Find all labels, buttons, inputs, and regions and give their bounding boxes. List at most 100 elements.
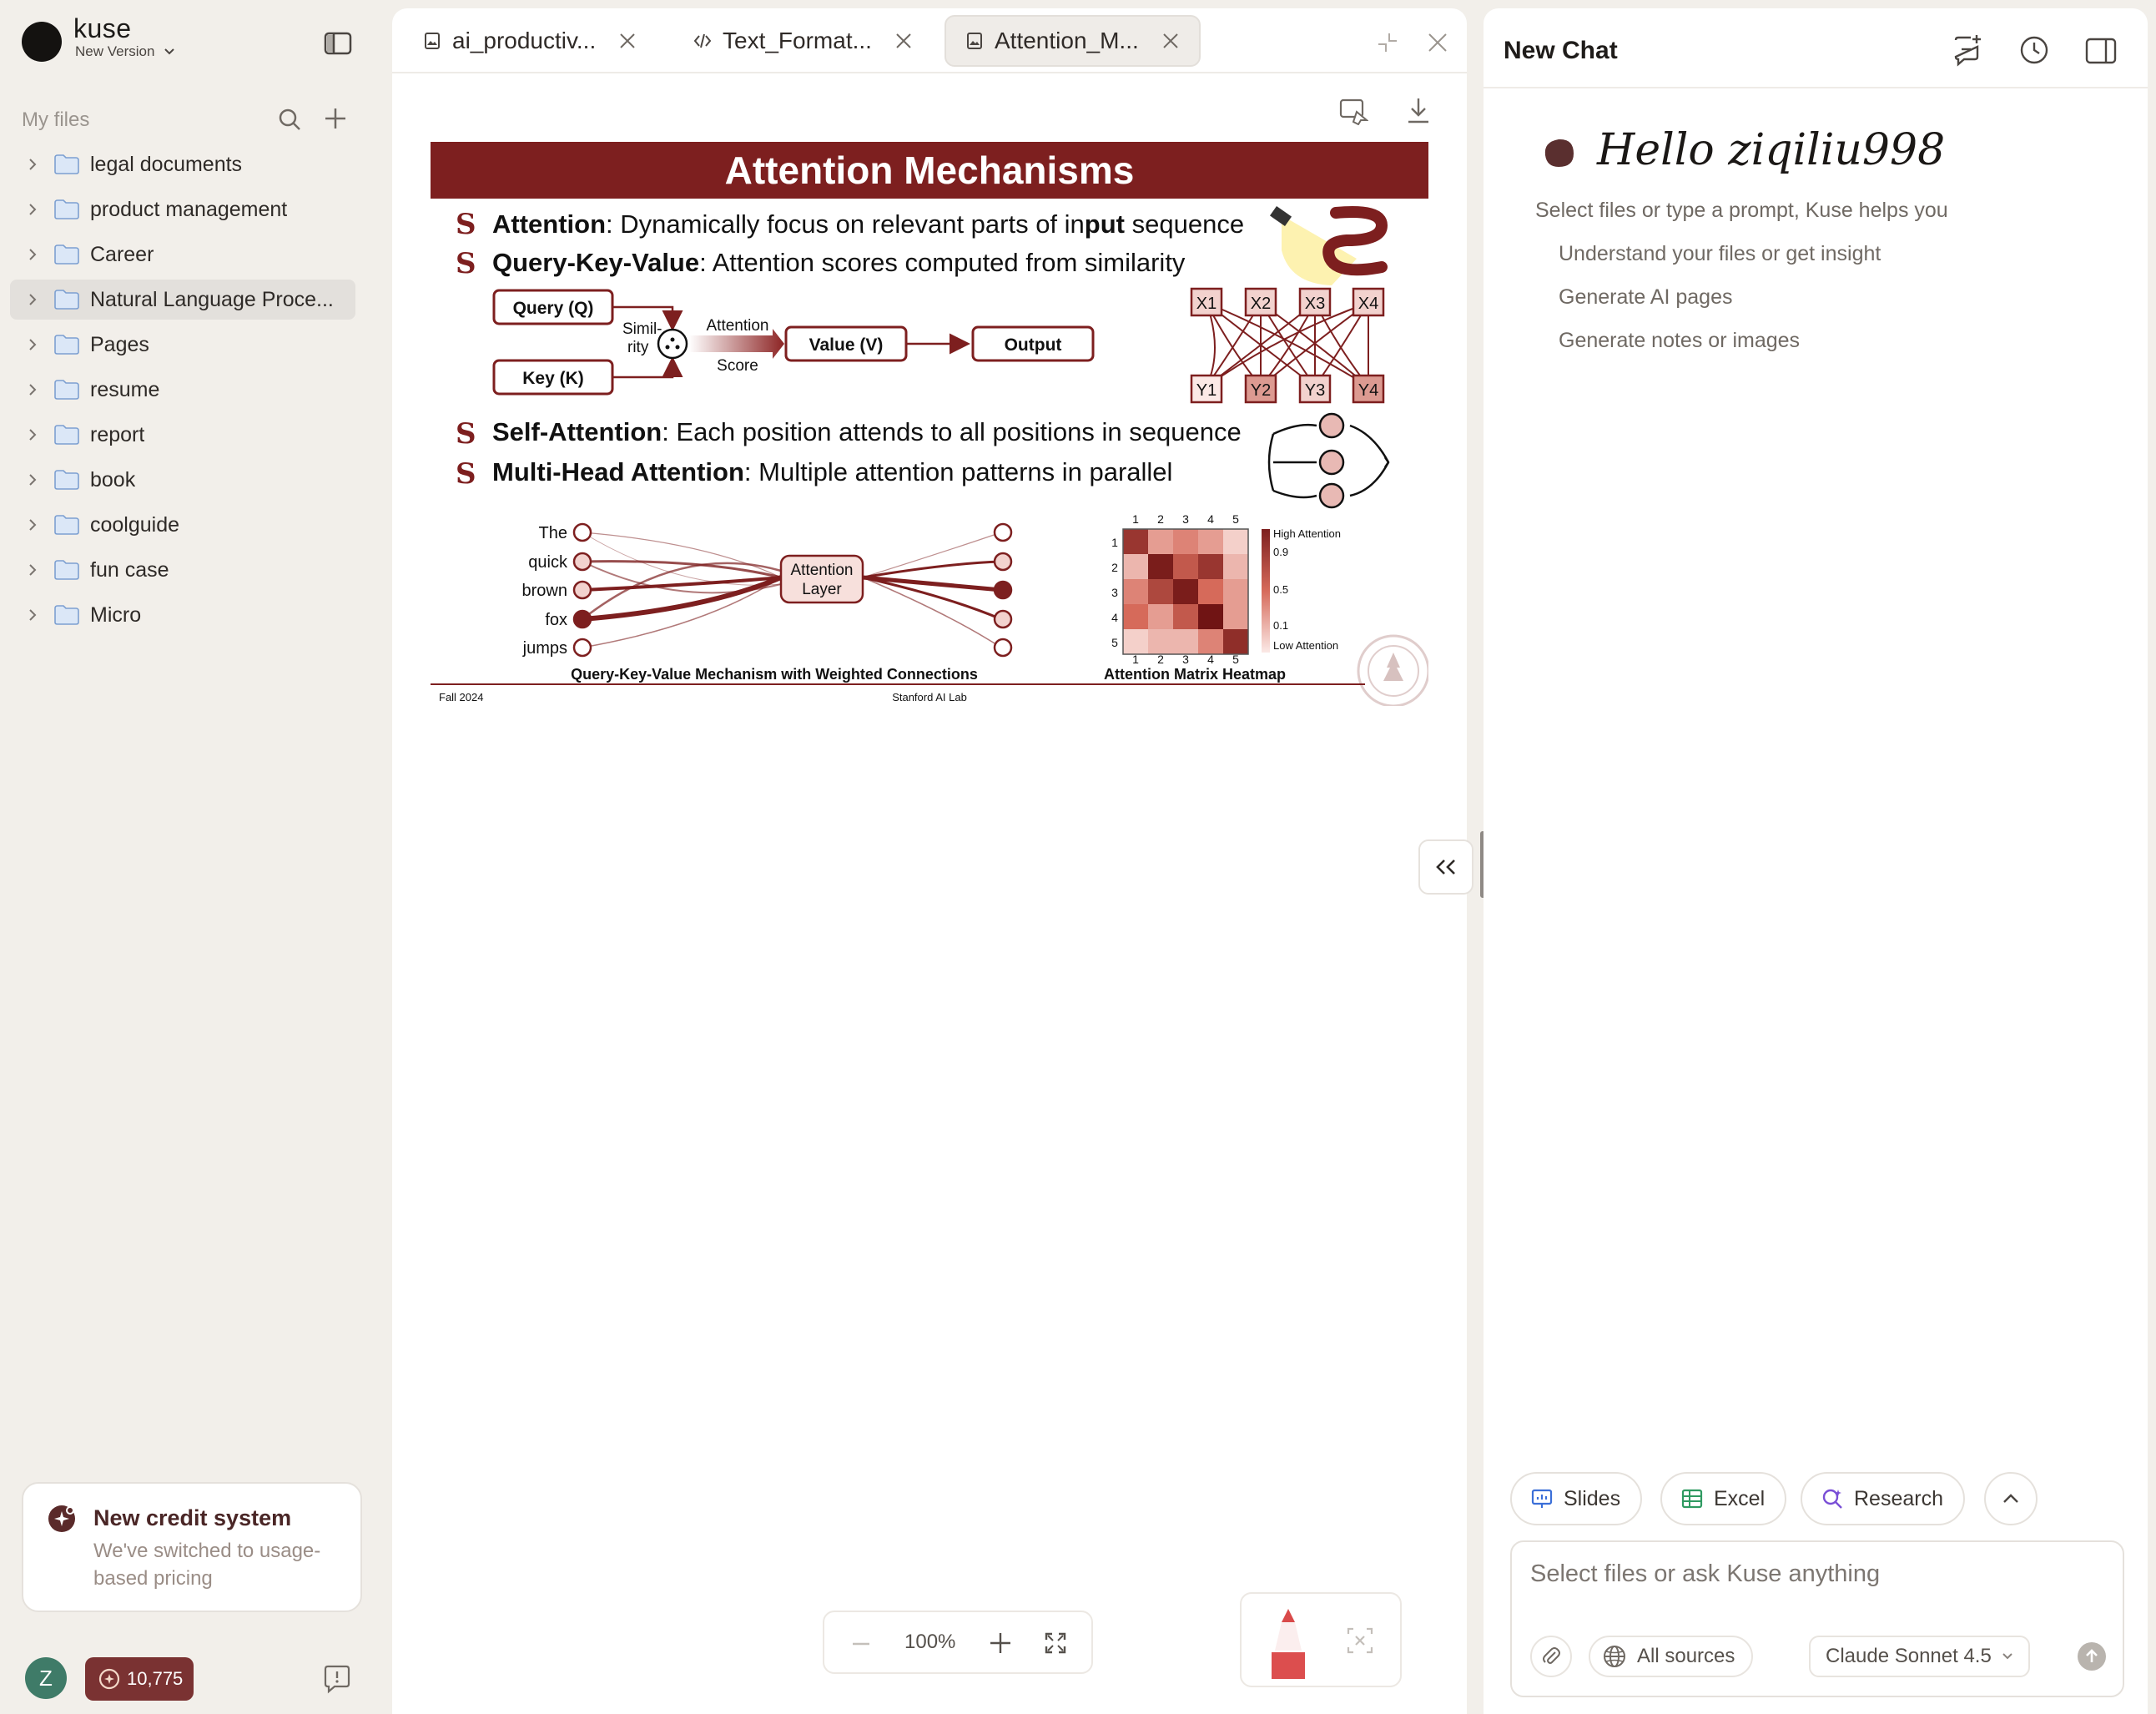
suggestion-item[interactable]: Generate notes or images	[1559, 329, 1800, 353]
query-box: Query (Q)	[513, 299, 594, 318]
zoom-out-icon[interactable]	[849, 1632, 873, 1656]
heatmap-cell	[1123, 554, 1148, 579]
heatmap-cell	[1223, 579, 1248, 604]
heatmap-row-tick: 2	[1111, 561, 1118, 574]
attach-button[interactable]	[1530, 1636, 1572, 1677]
chevron-right-icon[interactable]	[23, 200, 42, 219]
folder-item[interactable]: fun case	[10, 550, 355, 590]
suggestion-item[interactable]: Understand your files or get insight	[1559, 242, 1881, 266]
research-chip[interactable]: Research	[1801, 1472, 1965, 1525]
chevron-right-icon[interactable]	[23, 516, 42, 534]
sidebar-toggle-icon[interactable]	[324, 32, 352, 55]
folder-icon	[54, 605, 79, 625]
heatmap-legend-bar	[1262, 529, 1270, 653]
zoom-in-icon[interactable]	[988, 1631, 1013, 1656]
chevron-right-icon[interactable]	[23, 335, 42, 354]
heatmap-caption: Attention Matrix Heatmap	[1104, 666, 1286, 683]
chat-input[interactable]	[1530, 1557, 2098, 1590]
folder-name: coolguide	[90, 512, 180, 537]
pen-tool-icon[interactable]	[1267, 1604, 1310, 1679]
folder-item[interactable]: resume	[10, 370, 355, 410]
expand-tools-button[interactable]	[1984, 1472, 2038, 1525]
fullscreen-icon[interactable]	[1043, 1631, 1068, 1656]
folder-name: product management	[90, 197, 288, 221]
chat-title: New Chat	[1504, 37, 1618, 64]
annotate-icon[interactable]	[1338, 97, 1368, 125]
clear-selection-icon[interactable]	[1345, 1626, 1375, 1656]
chevron-right-icon[interactable]	[23, 561, 42, 579]
minimize-icon[interactable]	[1375, 30, 1400, 55]
slide-canvas: Attention Mechanisms S S S S Attention: …	[431, 142, 1428, 706]
qkv-diagram: Query (Q) Key (K) Simil- rity Attention …	[492, 289, 1095, 396]
attention-layer-label: Attention	[791, 562, 854, 579]
credit-system-notice[interactable]: New credit system We've switched to usag…	[22, 1482, 362, 1612]
chevron-right-icon[interactable]	[23, 471, 42, 489]
chevron-right-icon[interactable]	[23, 245, 42, 264]
tab-text-formatting[interactable]: Text_Format...	[674, 15, 932, 67]
collapse-panel-button[interactable]	[1418, 839, 1473, 895]
legend-tick: 0.1	[1273, 619, 1288, 632]
chevron-right-icon[interactable]	[23, 606, 42, 624]
heatmap-cell	[1223, 629, 1248, 654]
sparkle-badge-icon	[48, 1505, 75, 1532]
model-selector[interactable]: Claude Sonnet 4.5	[1809, 1636, 2030, 1677]
drawing-tools	[1240, 1592, 1402, 1687]
add-icon[interactable]	[322, 105, 349, 132]
folder-item[interactable]: coolguide	[10, 505, 355, 545]
zoom-controls: 100%	[823, 1611, 1093, 1674]
folder-item[interactable]: legal documents	[10, 144, 355, 184]
credits-badge[interactable]: 10,775	[85, 1657, 194, 1701]
tab-attention-mechanisms[interactable]: Attention_M...	[945, 15, 1201, 67]
sidebar-panel-icon[interactable]	[2084, 35, 2118, 67]
folder-icon	[54, 380, 79, 400]
feedback-icon[interactable]	[322, 1664, 352, 1694]
slides-chip[interactable]: Slides	[1510, 1472, 1643, 1525]
folder-list: legal documents product management Caree…	[10, 144, 355, 640]
chevron-right-icon[interactable]	[23, 381, 42, 399]
user-avatar[interactable]: Z	[25, 1657, 67, 1699]
folder-item[interactable]: Career	[10, 234, 355, 275]
close-panel-icon[interactable]	[1425, 30, 1450, 55]
tab-ai-productivity[interactable]: ai_productiv...	[404, 15, 656, 67]
multi-head-illustration	[1267, 412, 1390, 509]
send-button[interactable]	[2078, 1642, 2106, 1671]
download-icon[interactable]	[1405, 95, 1432, 125]
y-node: Y1	[1196, 381, 1217, 400]
folder-name: report	[90, 422, 145, 446]
tab-label: Text_Format...	[723, 28, 872, 53]
chat-header-divider	[1484, 87, 2148, 88]
folder-name: Micro	[90, 602, 142, 627]
close-icon[interactable]	[894, 31, 914, 51]
chevron-right-icon[interactable]	[23, 155, 42, 174]
greeting: Hello ziqiliu998	[1597, 125, 1946, 175]
x-node: X4	[1358, 295, 1378, 313]
folder-item[interactable]: product management	[10, 189, 355, 229]
folder-item[interactable]: report	[10, 415, 355, 455]
score-label: Score	[717, 357, 758, 375]
folder-icon	[54, 244, 79, 265]
chevron-right-icon[interactable]	[23, 426, 42, 444]
new-chat-icon[interactable]	[1951, 33, 1984, 67]
close-icon[interactable]	[617, 31, 637, 51]
folder-item[interactable]: book	[10, 460, 355, 500]
credit-subtitle: We've switched to usage-based pricing	[93, 1540, 321, 1590]
y-node: Y4	[1358, 381, 1378, 400]
sources-selector[interactable]: All sources	[1589, 1636, 1754, 1677]
footer-date: Fall 2024	[439, 691, 483, 703]
word-label: brown	[522, 582, 567, 600]
close-icon[interactable]	[1161, 31, 1181, 51]
folder-item[interactable]: Pages	[10, 325, 355, 365]
arrow-up-icon	[2086, 1649, 2098, 1662]
folder-item-active[interactable]: Natural Language Proce...	[10, 280, 355, 320]
slide-title: Attention Mechanisms	[725, 149, 1135, 192]
excel-chip[interactable]: Excel	[1660, 1472, 1787, 1525]
version-selector[interactable]: New Version	[75, 43, 175, 60]
heatmap-col-tick: 4	[1207, 653, 1214, 666]
folder-item[interactable]: Micro	[10, 595, 355, 635]
search-icon[interactable]	[277, 107, 302, 132]
stanford-s-icon: S	[456, 417, 476, 451]
history-icon[interactable]	[2017, 33, 2051, 67]
legend-low: Low Attention	[1273, 639, 1338, 652]
chevron-right-icon[interactable]	[23, 290, 42, 309]
suggestion-item[interactable]: Generate AI pages	[1559, 285, 1732, 310]
